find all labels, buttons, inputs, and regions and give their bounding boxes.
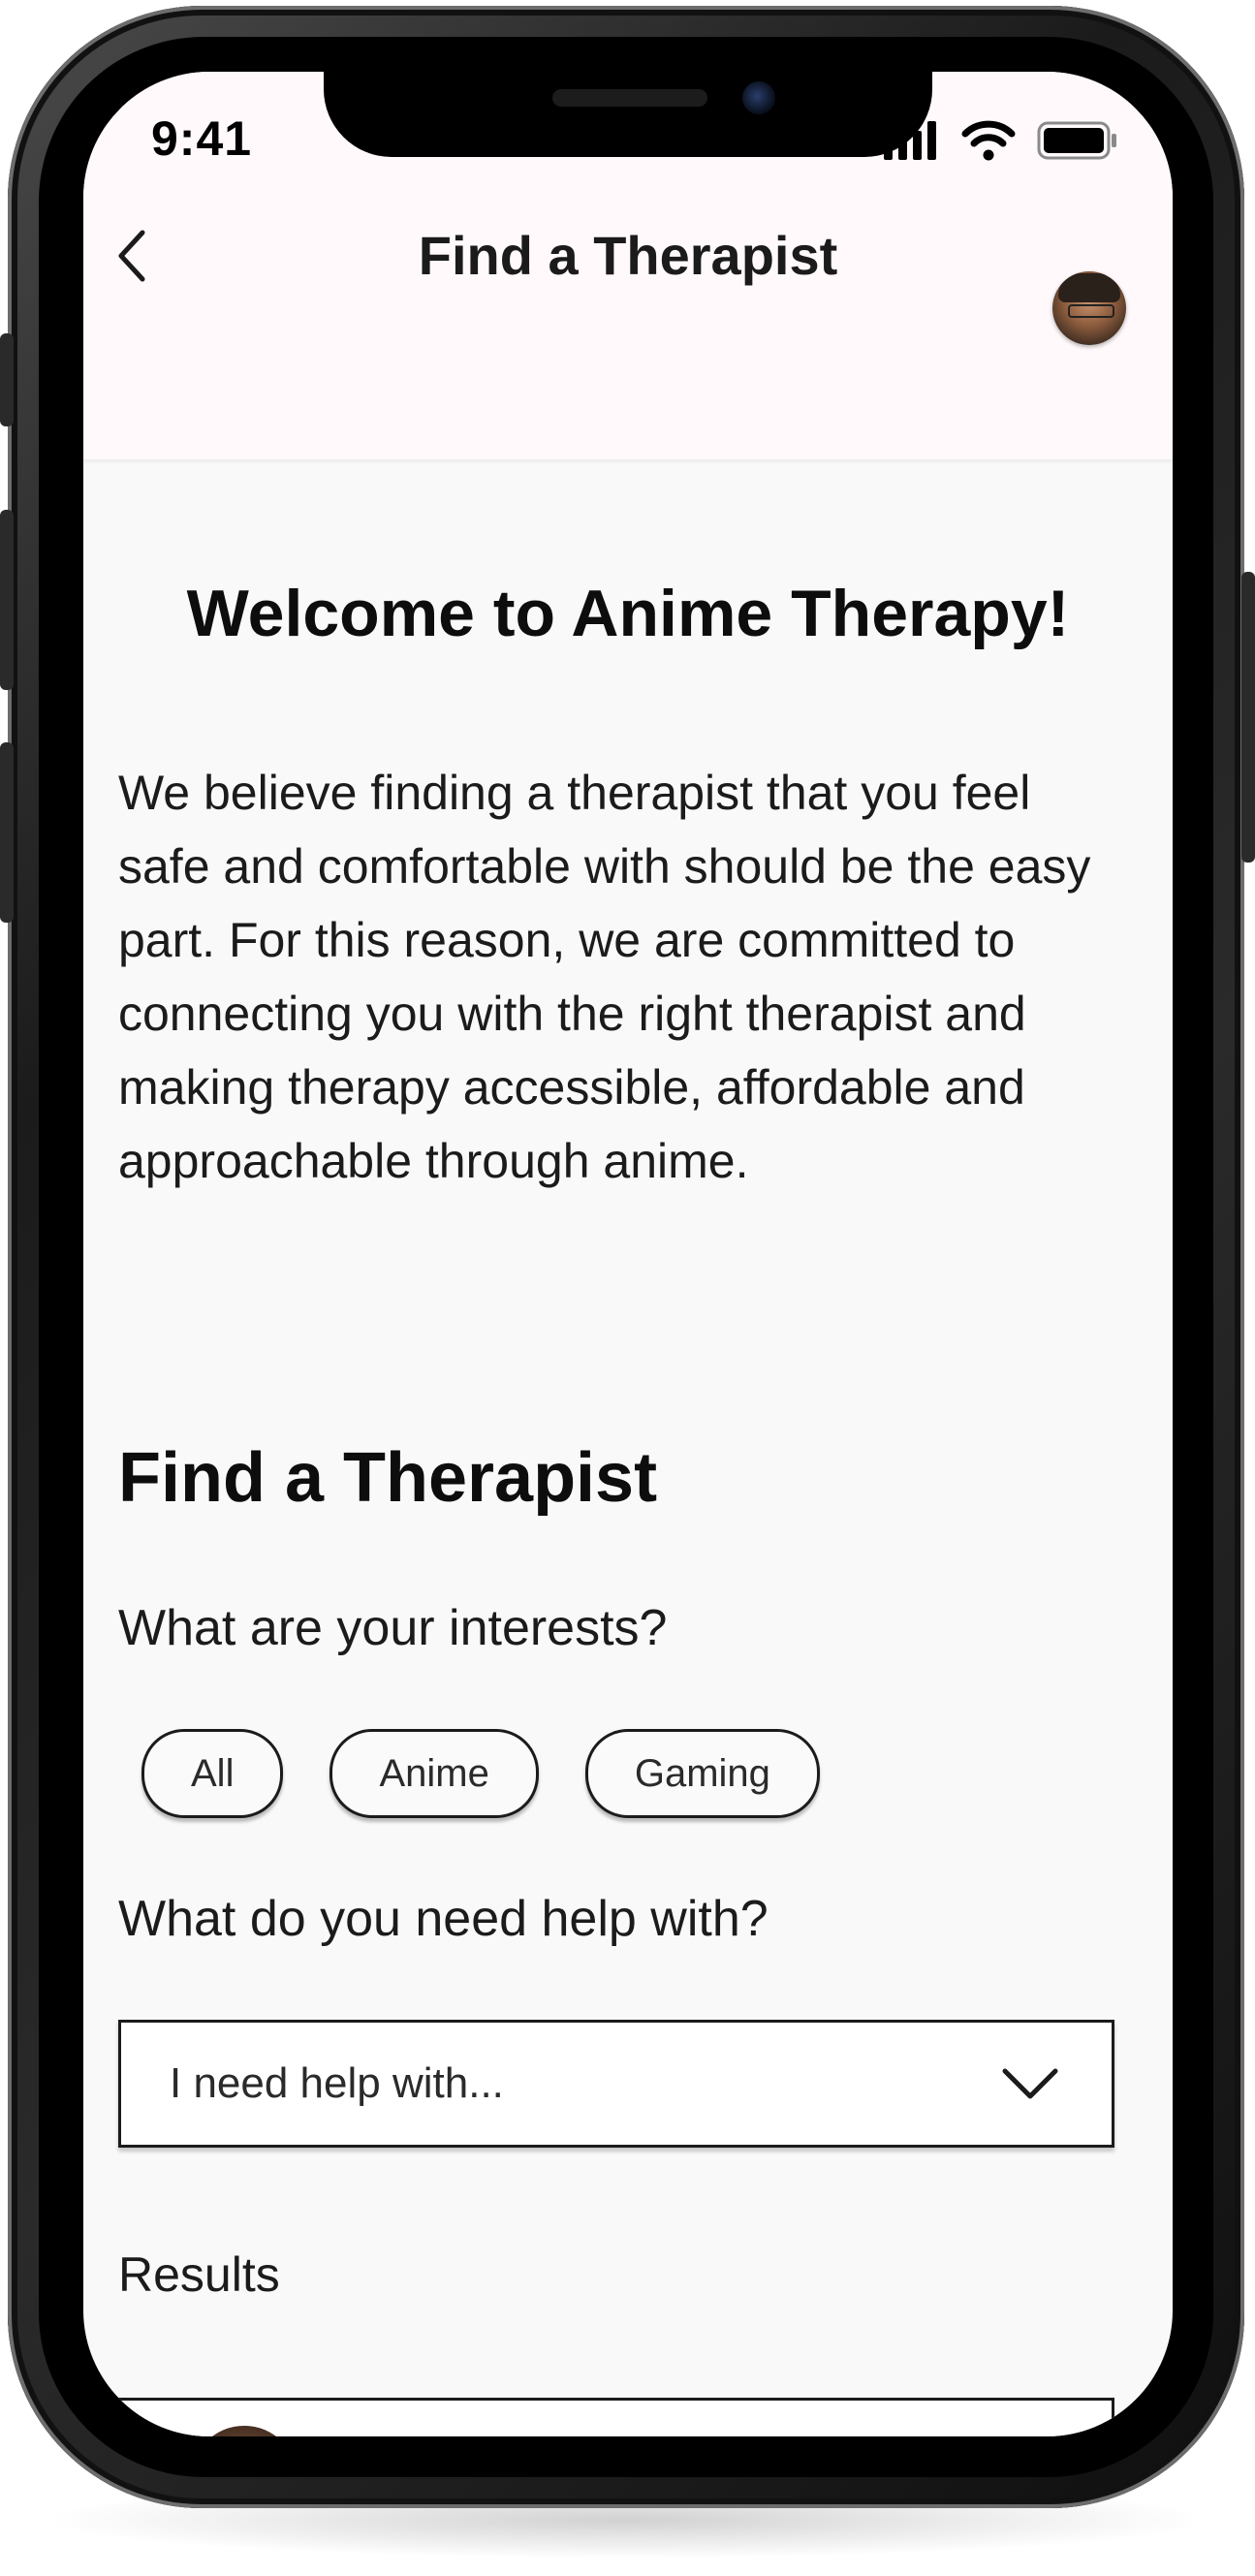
- finder-section-title: Find a Therapist: [118, 1439, 658, 1517]
- device-silent-switch: [0, 333, 14, 426]
- speaker-grille: [552, 89, 707, 107]
- header-divider: [83, 459, 1173, 465]
- help-select-value: I need help with...: [170, 2059, 504, 2107]
- interests-question: What are your interests?: [118, 1600, 668, 1656]
- results-heading: Results: [118, 2247, 280, 2302]
- battery-icon: [1037, 121, 1116, 160]
- intro-paragraph: We believe finding a therapist that you …: [118, 766, 1091, 1188]
- chip-anime[interactable]: Anime: [329, 1729, 539, 1818]
- avatar-glasses: [1068, 304, 1114, 318]
- therapist-avatar: [191, 2426, 298, 2436]
- avatar-hair: [1058, 273, 1120, 302]
- device-volume-up: [0, 510, 14, 690]
- interest-chips: All Anime Gaming: [141, 1729, 820, 1818]
- device-power-button: [1241, 572, 1255, 863]
- help-select[interactable]: I need help with...: [118, 2020, 1114, 2148]
- app-screen: 9:41 Find a Therapist Welcome to Anime T…: [83, 72, 1173, 2436]
- device-volume-down: [0, 742, 14, 923]
- chevron-down-icon: [1002, 2068, 1058, 2099]
- status-time: 9:41: [151, 111, 253, 166]
- page-title: Find a Therapist: [418, 225, 838, 286]
- wifi-icon: [961, 120, 1016, 161]
- device-notch: [324, 72, 932, 157]
- result-card[interactable]: [118, 2398, 1114, 2436]
- profile-avatar[interactable]: [1052, 271, 1126, 345]
- help-question: What do you need help with?: [118, 1891, 769, 1947]
- welcome-heading: Welcome to Anime Therapy!: [186, 577, 1070, 650]
- chip-gaming[interactable]: Gaming: [584, 1729, 820, 1818]
- chip-all[interactable]: All: [141, 1729, 284, 1818]
- front-camera: [742, 81, 775, 114]
